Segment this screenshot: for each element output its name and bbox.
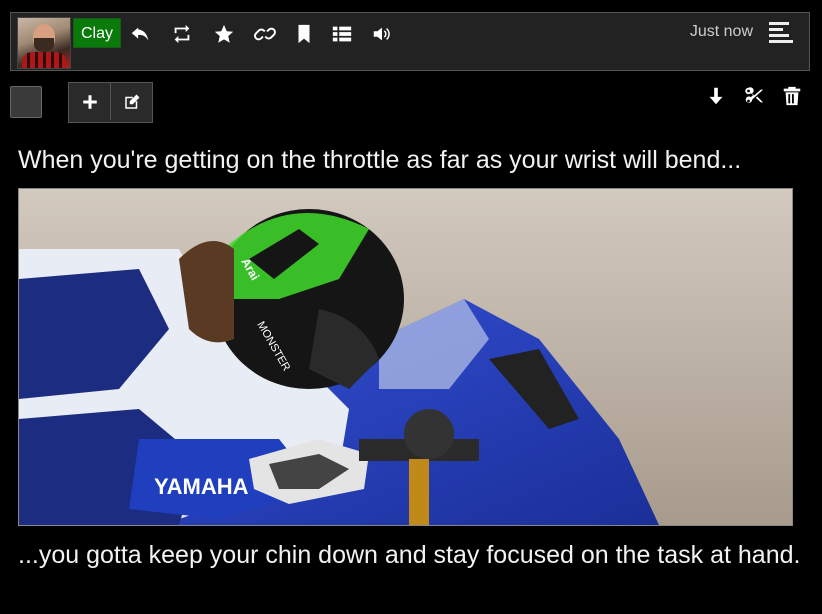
- motorcycle-rider-illustration: YAMAHA MONSTER Arai: [19, 189, 792, 525]
- star-icon[interactable]: [211, 22, 237, 46]
- menu-icon[interactable]: [769, 22, 793, 44]
- post-caption-bottom: ...you gotta keep your chin down and sta…: [18, 541, 801, 569]
- edit-button[interactable]: [110, 83, 152, 120]
- image-brand-text: YAMAHA: [154, 474, 249, 499]
- bookmark-icon[interactable]: [291, 22, 317, 46]
- timestamp: Just now: [689, 23, 753, 40]
- trash-icon[interactable]: [780, 84, 804, 108]
- edit-icon: [124, 94, 139, 109]
- arrow-down-icon[interactable]: [704, 84, 728, 108]
- add-button[interactable]: [69, 83, 110, 120]
- post-tools: [704, 84, 804, 108]
- post-image[interactable]: YAMAHA MONSTER Arai: [18, 188, 793, 526]
- volume-icon[interactable]: [369, 22, 395, 46]
- username-badge[interactable]: Clay: [73, 18, 122, 48]
- avatar[interactable]: [17, 17, 71, 69]
- select-checkbox[interactable]: [10, 86, 42, 118]
- reply-icon[interactable]: [127, 22, 153, 46]
- retweet-icon[interactable]: [169, 22, 195, 46]
- action-button-group: [68, 82, 153, 123]
- link-icon[interactable]: [252, 22, 278, 46]
- list-icon[interactable]: [329, 22, 355, 46]
- scissors-icon[interactable]: [742, 84, 766, 108]
- post-header: Clay Just now: [10, 12, 810, 71]
- plus-icon: [82, 94, 97, 109]
- post-caption-top: When you're getting on the throttle as f…: [18, 146, 742, 174]
